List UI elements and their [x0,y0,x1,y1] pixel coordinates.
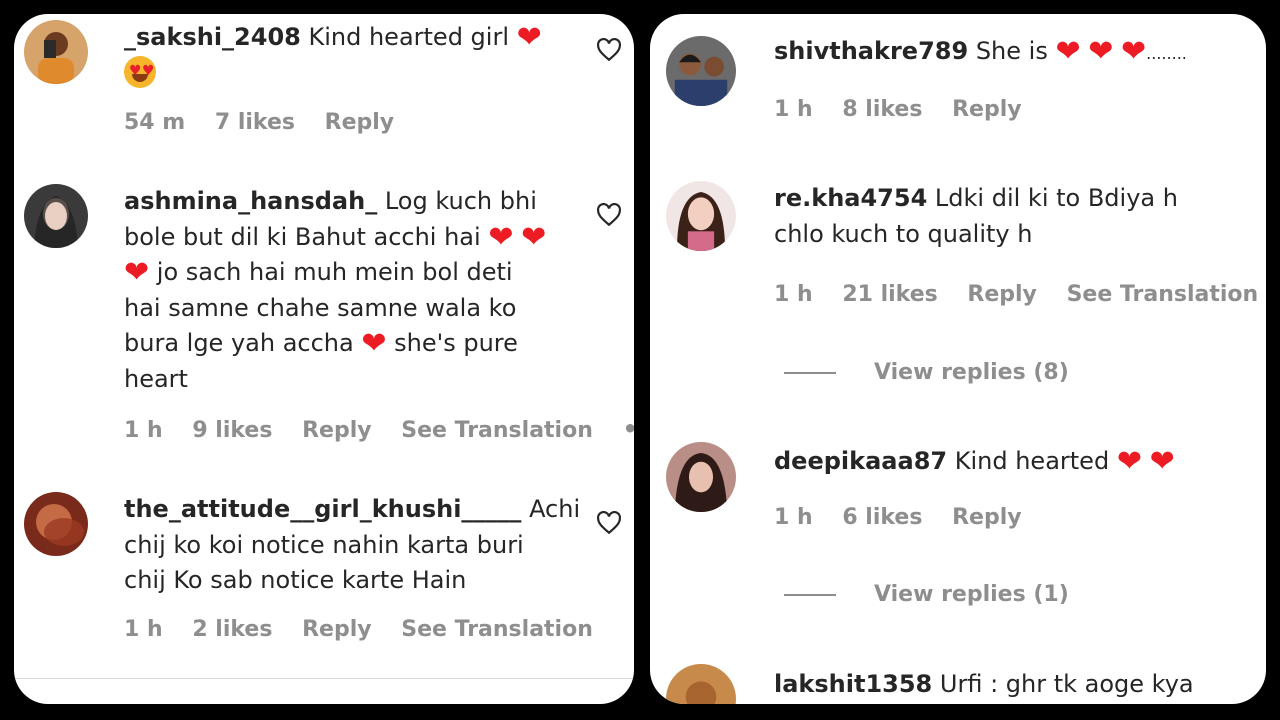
comment-body: ashmina_hansdah_ Log kuch bhi bole but d… [124,184,584,397]
comment-username[interactable]: the_attitude__girl_khushi_____ [124,495,521,523]
comment-meta: 1 h 21 likes Reply See Translation [774,282,1266,307]
comment-meta: 1 h 8 likes Reply [774,97,1044,122]
comment-text: bura lge yah accha [124,329,354,357]
like-heart-outline-icon[interactable] [596,511,622,535]
comment-text: hai samne chahe samne wala ko [124,293,517,322]
heart-emoji-icon: ❤ [488,219,514,255]
comment-text: Achi [529,495,581,523]
comment-meta: 54 m 7 likes Reply [124,110,416,135]
comment-text: bole but dil ki Bahut acchi hai [124,222,481,251]
avatar[interactable] [24,20,88,84]
comment-body: deepikaaa87 Kind hearted ❤ ❤ [774,444,1254,480]
view-replies-button[interactable]: View replies (8) [784,360,1069,385]
comment-time: 1 h [124,418,163,443]
comment-likes[interactable]: 9 likes [192,418,272,443]
comment-likes[interactable]: 21 likes [842,282,937,307]
comment-text: heart [124,364,188,393]
comment-username[interactable]: re.kha4754 [774,184,927,212]
comment-text: chij Ko sab notice karte Hain [124,566,467,594]
comment-time: 1 h [774,97,813,122]
avatar[interactable] [24,184,88,248]
comment-text: jo sach hai muh mein bol deti [156,258,513,286]
more-options-icon[interactable]: ••• [623,415,634,443]
comment-time: 1 h [124,617,163,642]
reply-button[interactable]: Reply [952,505,1022,530]
divider [14,678,634,679]
comment-meta: 1 h 2 likes Reply See Translation [124,617,615,642]
comment-likes[interactable]: 7 likes [215,110,295,135]
comment-time: 1 h [774,282,813,307]
comment-text: Log kuch bhi [384,187,537,215]
like-heart-outline-icon[interactable] [596,38,622,62]
comments-panel-right: shivthakre789 She is ❤ ❤ ❤........ 1 h 8… [650,14,1266,704]
comment-username[interactable]: deepikaaa87 [774,447,947,475]
comment-text: She is [975,37,1048,65]
heart-eyes-emoji-icon: ♥ ♥ [124,55,156,88]
comment-text: Kind hearted [954,447,1110,475]
comment-username[interactable]: shivthakre789 [774,37,968,65]
reply-button[interactable]: Reply [325,110,395,135]
comment-username[interactable]: ashmina_hansdah_ [124,187,377,215]
comment-username[interactable]: lakshit1358 [774,670,932,698]
heart-emoji-icon: ❤ [1121,34,1147,69]
like-heart-outline-icon[interactable] [596,203,622,227]
avatar[interactable] [666,181,736,251]
comment-text-trail: ........ [1146,44,1187,63]
avatar[interactable] [666,36,736,106]
heart-emoji-icon: ❤ [1116,444,1142,479]
comment-text: Urfi : ghr tk aoge kya [939,670,1194,698]
view-replies-label: View replies (8) [874,360,1069,385]
comment-meta: 1 h 9 likes Reply See Translation ••• [124,415,634,443]
heart-emoji-icon: ❤ [1055,34,1081,69]
comment-likes[interactable]: 2 likes [192,617,272,642]
reply-button[interactable]: Reply [967,282,1037,307]
see-translation-button[interactable]: See Translation [401,617,593,642]
comment-body: shivthakre789 She is ❤ ❤ ❤........ [774,34,1264,72]
comment-username[interactable]: _sakshi_2408 [124,23,301,51]
comment-text: chlo kuch to quality h [774,219,1033,248]
comment-meta: 1 h 6 likes Reply [774,505,1044,530]
heart-emoji-icon: ❤ [1149,444,1175,479]
heart-emoji-icon: ❤ [124,255,150,290]
view-replies-line [784,594,836,596]
avatar[interactable] [24,492,88,556]
heart-emoji-icon: ❤ [361,326,387,361]
comment-text: she's pure [394,329,518,357]
comment-likes[interactable]: 6 likes [842,505,922,530]
view-replies-button[interactable]: View replies (1) [784,582,1069,607]
comment-body: the_attitude__girl_khushi_____ Achi chij… [124,492,584,599]
comment-likes[interactable]: 8 likes [842,97,922,122]
avatar[interactable] [666,664,736,704]
reply-button[interactable]: Reply [302,418,372,443]
comment-text: Kind hearted girl [308,23,509,51]
comment-body: re.kha4754 Ldki dil ki to Bdiya h chlo k… [774,181,1244,252]
view-replies-label: View replies (1) [874,582,1069,607]
avatar[interactable] [666,442,736,512]
comment-body: _sakshi_2408 Kind hearted girl ❤ ♥ ♥ [124,20,574,94]
reply-button[interactable]: Reply [302,617,372,642]
comment-text: chij ko koi notice nahin karta buri [124,530,524,559]
heart-emoji-icon: ❤ [516,20,542,55]
heart-emoji-icon: ❤ [521,219,547,255]
comment-time: 54 m [124,110,186,135]
comments-panel-left: _sakshi_2408 Kind hearted girl ❤ ♥ ♥ 54 m… [14,14,634,704]
reply-button[interactable]: Reply [952,97,1022,122]
comment-body: lakshit1358 Urfi : ghr tk aoge kya [774,667,1254,703]
comment-text: Ldki dil ki to Bdiya h [934,184,1178,212]
see-translation-button[interactable]: See Translation [401,418,593,443]
see-translation-button[interactable]: See Translation [1067,282,1259,307]
comment-time: 1 h [774,505,813,530]
heart-emoji-icon: ❤ [1088,34,1114,69]
view-replies-line [784,372,836,374]
